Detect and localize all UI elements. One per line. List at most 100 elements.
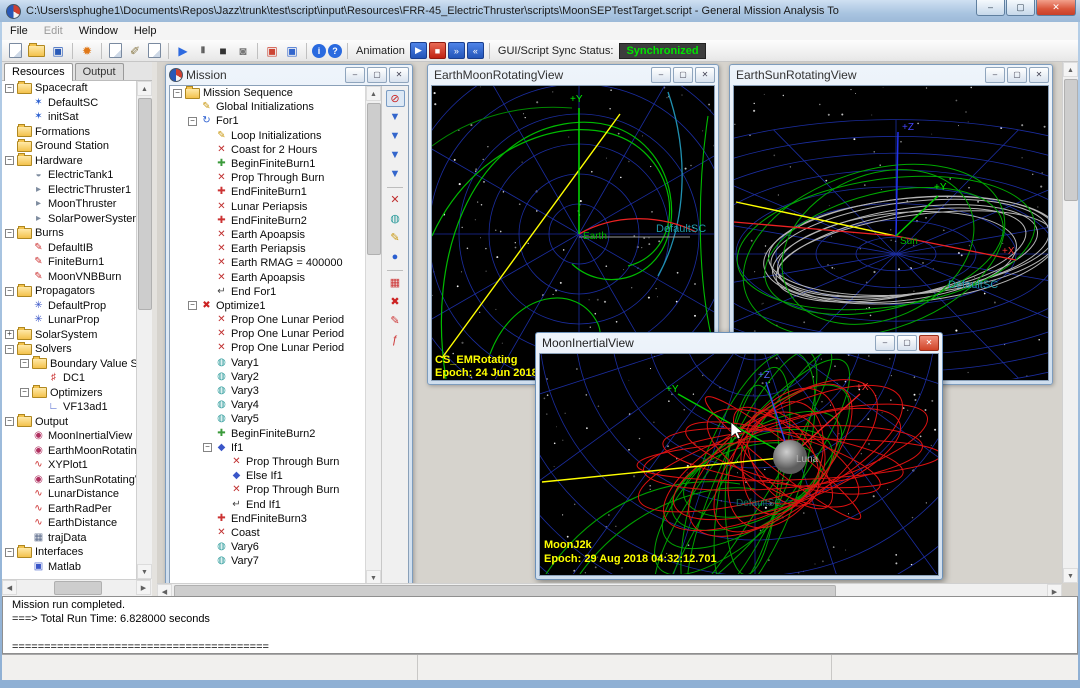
scroll-down-arrow[interactable]: ▼: [137, 564, 152, 579]
tree-item[interactable]: −✕Prop One Lunar Period: [170, 327, 365, 341]
delete-command-button[interactable]: ✖: [386, 294, 405, 311]
tree-item[interactable]: −✕Prop Through Burn: [170, 171, 365, 185]
filter-solver-button[interactable]: ▼: [386, 128, 405, 145]
expand-toggle[interactable]: −: [188, 301, 197, 310]
save-script-button[interactable]: ▣: [49, 42, 67, 60]
close-button[interactable]: ✕: [389, 67, 409, 83]
help-button[interactable]: ?: [328, 44, 342, 58]
open-script-button[interactable]: [28, 45, 45, 57]
tree-item[interactable]: −▸MoonThruster: [2, 197, 136, 212]
tree-item[interactable]: −✚EndFiniteBurn3: [170, 512, 365, 526]
tree-item[interactable]: −◉MoonInertialView: [2, 429, 136, 444]
expand-toggle[interactable]: −: [20, 359, 29, 368]
tree-item[interactable]: −✕Prop Through Burn: [170, 483, 365, 497]
tree-item[interactable]: +SolarSystem: [2, 328, 136, 343]
build-script-button[interactable]: ✐: [126, 42, 144, 60]
new-mission-window-button[interactable]: ▣: [263, 42, 281, 60]
tree-item[interactable]: −◍Vary5: [170, 412, 365, 426]
scroll-thumb[interactable]: [54, 581, 102, 595]
tree-item[interactable]: −Optimizers: [2, 386, 136, 401]
tree-item[interactable]: −✕Lunar Periapsis: [170, 200, 365, 214]
tree-item[interactable]: −Solvers: [2, 342, 136, 357]
tree-item[interactable]: −✕Coast: [170, 526, 365, 540]
tree-item[interactable]: −♯DC1: [2, 371, 136, 386]
scroll-thumb[interactable]: [1064, 79, 1078, 201]
minimize-button[interactable]: –: [345, 67, 365, 83]
tree-item[interactable]: −◍Vary4: [170, 398, 365, 412]
scroll-thumb[interactable]: [174, 585, 836, 596]
anim-play-button[interactable]: ▶: [410, 42, 427, 59]
close-button[interactable]: ✕: [1036, 0, 1076, 16]
tree-item[interactable]: −∿EarthRadPer: [2, 502, 136, 517]
tree-item[interactable]: −Ground Station: [2, 139, 136, 154]
tree-item[interactable]: −✶initSat: [2, 110, 136, 125]
scroll-left-arrow[interactable]: ◀: [157, 584, 172, 596]
tree-item[interactable]: −✎Global Initializations: [170, 100, 365, 114]
menu-window[interactable]: Window: [71, 25, 126, 37]
tree-item[interactable]: −Boundary Value Sc: [2, 357, 136, 372]
tree-item[interactable]: −∿XYPlot1: [2, 458, 136, 473]
tree-item[interactable]: −✕Earth Apoapsis: [170, 270, 365, 284]
scroll-thumb[interactable]: [367, 103, 381, 255]
tree-item[interactable]: −Hardware: [2, 154, 136, 169]
tree-item[interactable]: −✎DefaultIB: [2, 241, 136, 256]
tree-item[interactable]: −✚EndFiniteBurn1: [170, 185, 365, 199]
tree-item[interactable]: −✕Coast for 2 Hours: [170, 143, 365, 157]
mdi-hscrollbar[interactable]: ◀ ▶: [157, 583, 1062, 596]
filter-physics-button[interactable]: ▼: [386, 109, 405, 126]
maximize-button[interactable]: ▢: [1007, 67, 1027, 83]
tree-item[interactable]: −◍Vary3: [170, 384, 365, 398]
tree-item[interactable]: −Propagators: [2, 284, 136, 299]
screenshot-tool-button[interactable]: ✹: [78, 42, 96, 60]
tree-item[interactable]: −✕Earth RMAG = 400000: [170, 256, 365, 270]
new-script-button[interactable]: [9, 43, 22, 58]
menu-help[interactable]: Help: [126, 25, 165, 37]
expand-toggle[interactable]: −: [5, 287, 14, 296]
tree-item[interactable]: −◆If1: [170, 441, 365, 455]
build-and-run-button[interactable]: [148, 43, 161, 58]
expand-toggle[interactable]: −: [5, 417, 14, 426]
view-window-titlebar[interactable]: EarthSunRotatingView – ▢ ✕: [730, 65, 1052, 85]
resources-vscrollbar[interactable]: ▲ ▼: [136, 81, 152, 579]
expand-toggle[interactable]: −: [20, 388, 29, 397]
tree-item[interactable]: −Formations: [2, 125, 136, 140]
tree-item[interactable]: −✚EndFiniteBurn2: [170, 214, 365, 228]
call-function-button[interactable]: ƒ: [386, 332, 405, 349]
3d-view-canvas[interactable]: Luna +Y +Z +X DefaultSC MoonJ2k Epoch: 2…: [539, 353, 939, 576]
filter-output-button[interactable]: ▼: [386, 166, 405, 183]
append-script-event-button[interactable]: ✎: [386, 230, 405, 247]
anim-faster-button[interactable]: »: [448, 42, 465, 59]
maximize-button[interactable]: ▢: [1006, 0, 1035, 16]
tree-item[interactable]: −◉EarthSunRotatingV: [2, 473, 136, 488]
screen-capture-button[interactable]: ◙: [234, 42, 252, 60]
expand-toggle[interactable]: −: [188, 117, 197, 126]
resources-hscrollbar[interactable]: ◀ ▶: [2, 579, 151, 595]
maximize-button[interactable]: ▢: [897, 335, 917, 351]
expand-toggle[interactable]: −: [173, 89, 182, 98]
tree-item[interactable]: −Burns: [2, 226, 136, 241]
expand-toggle[interactable]: −: [5, 345, 14, 354]
scroll-up-arrow[interactable]: ▲: [137, 81, 152, 96]
tree-item[interactable]: −▦trajData: [2, 531, 136, 546]
expand-toggle[interactable]: −: [5, 156, 14, 165]
message-window[interactable]: Mission run completed.===> Total Run Tim…: [2, 596, 1078, 654]
tree-item[interactable]: −◍Vary1: [170, 356, 365, 370]
tab-output[interactable]: Output: [75, 63, 124, 80]
tree-item[interactable]: −∿EarthDistance: [2, 516, 136, 531]
expand-toggle[interactable]: −: [5, 84, 14, 93]
show-script-command-button[interactable]: ✎: [386, 313, 405, 330]
tree-item[interactable]: −◍Vary6: [170, 540, 365, 554]
tree-item[interactable]: −✕Earth Periapsis: [170, 242, 365, 256]
scroll-right-arrow[interactable]: ▶: [1047, 584, 1062, 596]
pause-button[interactable]: Ⅱ: [194, 42, 212, 60]
tree-item[interactable]: −✎Loop Initializations: [170, 129, 365, 143]
append-report-button[interactable]: ▦: [386, 275, 405, 292]
window-titlebar[interactable]: C:\Users\sphughe1\Documents\Repos\Jazz\t…: [0, 0, 1080, 22]
minimize-button[interactable]: –: [875, 335, 895, 351]
stop-button[interactable]: ■: [214, 42, 232, 60]
tree-item[interactable]: −◒ElectricTank1: [2, 168, 136, 183]
append-target-button[interactable]: ●: [386, 249, 405, 266]
tree-item[interactable]: −✎FiniteBurn1: [2, 255, 136, 270]
filter-control-flow-button[interactable]: ▼: [386, 147, 405, 164]
minimize-button[interactable]: –: [976, 0, 1005, 16]
